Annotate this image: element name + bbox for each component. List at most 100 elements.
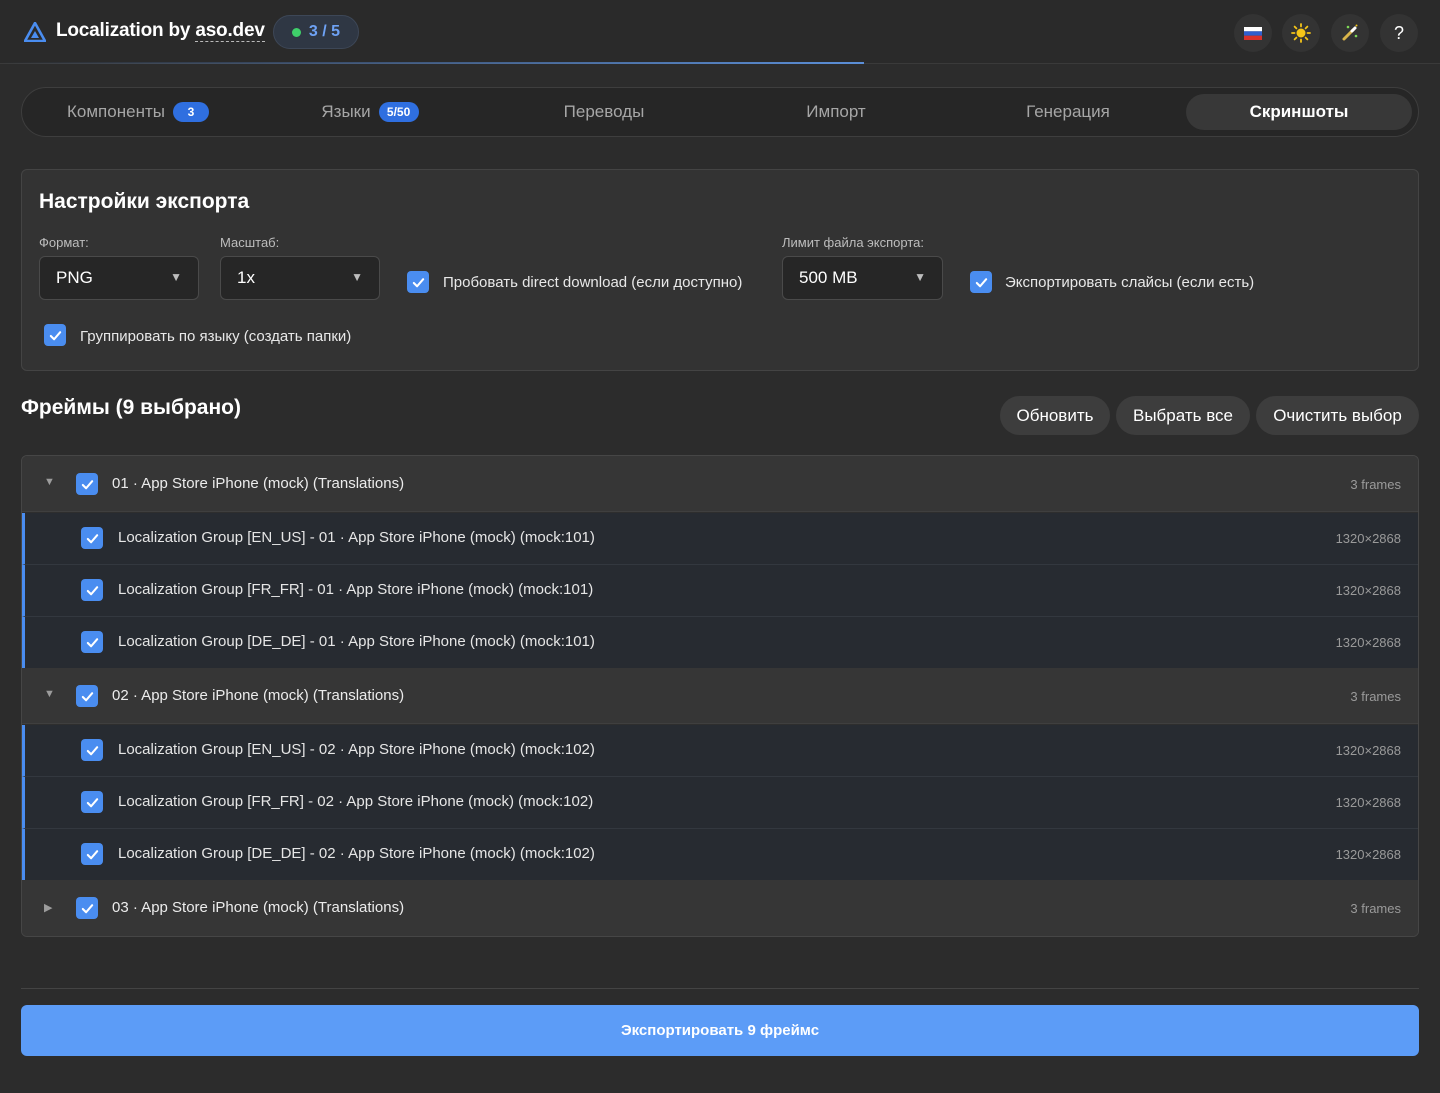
tab-languages[interactable]: Языки 5/50 [260,94,480,130]
frames-list: ▼ 01 · App Store iPhone (mock) (Translat… [21,455,1419,937]
progress-bar [0,62,864,64]
scale-value: 1x [237,268,255,287]
checkmark-icon [81,691,93,701]
checkmark-icon [86,797,98,807]
checkmark-icon [86,745,98,755]
group-label: 02 · App Store iPhone (mock) (Translatio… [112,687,405,704]
frame-checkbox[interactable] [81,631,103,653]
checkmark-icon [975,277,987,287]
caret-down-icon: ▼ [170,270,182,284]
frame-count: 3 frames [1350,689,1401,704]
export-button[interactable]: Экспортировать 9 фреймс [21,1005,1419,1056]
tab-generation[interactable]: Генерация [956,94,1180,130]
frame-label: Localization Group [EN_US] - 01 · App St… [118,529,595,546]
frame-row[interactable]: Localization Group [EN_US] - 02 · App St… [22,725,1418,777]
frame-size: 1320×2868 [1335,743,1401,758]
checkmark-icon [412,277,424,287]
tab-label: Импорт [806,102,866,121]
main-tabs: Компоненты 3 Языки 5/50 Переводы Импорт … [21,87,1419,137]
language-button[interactable] [1234,14,1272,52]
count-badge: 5/50 [378,102,419,122]
logo-icon [24,22,46,42]
tab-label: Языки [321,102,371,121]
checkmark-icon [81,903,93,913]
file-limit-select[interactable]: 500 MB ▼ [782,256,943,300]
tab-import[interactable]: Импорт [724,94,948,130]
frame-row[interactable]: Localization Group [FR_FR] - 01 · App St… [22,565,1418,617]
export-slices-label: Экспортировать слайсы (если есть) [1005,274,1255,291]
frame-group-row[interactable]: ▼ 01 · App Store iPhone (mock) (Translat… [22,456,1418,512]
group-checkbox[interactable] [76,685,98,707]
app-title-prefix: Localization by [56,20,196,41]
app-header: Localization by aso.dev 3 / 5 ? [0,0,1440,64]
checkmark-icon [81,479,93,489]
limit-value: 500 MB [799,268,858,287]
tab-label: Скриншоты [1249,102,1349,121]
frame-label: Localization Group [FR_FR] - 02 · App St… [118,793,594,810]
group-by-language-checkbox[interactable] [44,324,66,346]
checkmark-icon [49,330,61,340]
export-settings-panel: Настройки экспорта Формат: PNG ▼ Масштаб… [21,169,1419,371]
frame-label: Localization Group [DE_DE] - 01 · App St… [118,633,595,650]
frame-row[interactable]: Localization Group [FR_FR] - 02 · App St… [22,777,1418,829]
format-select[interactable]: PNG ▼ [39,256,199,300]
format-label: Формат: [39,235,89,250]
checkmark-icon [86,533,98,543]
checkmark-icon [86,849,98,859]
caret-down-icon: ▼ [914,270,926,284]
frame-group-row[interactable]: ▼ 02 · App Store iPhone (mock) (Translat… [22,668,1418,724]
tab-label: Компоненты [67,102,165,121]
frame-size: 1320×2868 [1335,531,1401,546]
app-title: Localization by aso.dev [56,20,265,42]
frame-row[interactable]: Localization Group [DE_DE] - 01 · App St… [22,617,1418,669]
scale-label: Масштаб: [220,235,280,250]
sun-icon [1291,23,1311,43]
collapse-triangle-icon[interactable]: ▼ [44,476,55,488]
count-badge: 3 [172,102,209,122]
checkmark-icon [86,585,98,595]
brand-link[interactable]: aso.dev [195,20,265,42]
frame-checkbox[interactable] [81,579,103,601]
group-checkbox[interactable] [76,897,98,919]
frame-row[interactable]: Localization Group [DE_DE] - 02 · App St… [22,829,1418,881]
settings-title: Настройки экспорта [39,190,250,213]
caret-down-icon: ▼ [351,270,363,284]
frame-group-row[interactable]: ▶ 03 · App Store iPhone (mock) (Translat… [22,880,1418,936]
frame-row[interactable]: Localization Group [EN_US] - 01 · App St… [22,513,1418,565]
frame-checkbox[interactable] [81,843,103,865]
clear-selection-button[interactable]: Очистить выбор [1256,396,1419,435]
frame-size: 1320×2868 [1335,847,1401,862]
frame-label: Localization Group [DE_DE] - 02 · App St… [118,845,595,862]
frame-count: 3 frames [1350,477,1401,492]
group-checkbox[interactable] [76,473,98,495]
frame-size: 1320×2868 [1335,635,1401,650]
step-indicator: 3 / 5 [273,15,359,49]
collapse-triangle-icon[interactable]: ▼ [44,688,55,700]
theme-toggle-button[interactable] [1282,14,1320,52]
group-label: 03 · App Store iPhone (mock) (Translatio… [112,899,405,916]
tab-screenshots[interactable]: Скриншоты [1186,94,1412,130]
direct-download-label: Пробовать direct download (если доступно… [443,274,743,291]
frame-checkbox[interactable] [81,791,103,813]
frame-size: 1320×2868 [1335,583,1401,598]
export-slices-checkbox[interactable] [970,271,992,293]
direct-download-checkbox[interactable] [407,271,429,293]
frame-size: 1320×2868 [1335,795,1401,810]
tab-translations[interactable]: Переводы [492,94,716,130]
select-all-button[interactable]: Выбрать все [1116,396,1250,435]
refresh-button[interactable]: Обновить [1000,396,1110,435]
magic-wand-icon [1342,24,1358,41]
group-by-language-label: Группировать по языку (создать папки) [80,328,352,345]
tab-components[interactable]: Компоненты 3 [28,94,248,130]
group-label: 01 · App Store iPhone (mock) (Translatio… [112,475,405,492]
tools-button[interactable] [1331,14,1369,52]
scale-select[interactable]: 1x ▼ [220,256,380,300]
help-button[interactable]: ? [1380,14,1418,52]
tab-label: Генерация [1026,102,1110,121]
frame-checkbox[interactable] [81,739,103,761]
frame-checkbox[interactable] [81,527,103,549]
expand-triangle-icon[interactable]: ▶ [44,901,52,914]
question-icon: ? [1393,22,1404,43]
limit-label: Лимит файла экспорта: [782,235,925,250]
tab-label: Переводы [563,102,645,121]
